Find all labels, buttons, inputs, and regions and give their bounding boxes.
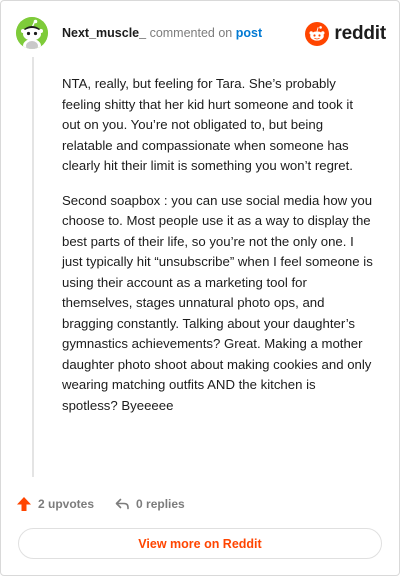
upvote-count: 2 upvotes (38, 497, 95, 511)
post-link[interactable]: post (236, 26, 262, 40)
view-more-button[interactable]: View more on Reddit (18, 528, 382, 559)
comment-byline: Next_muscle_ commented on post (62, 26, 262, 40)
user-avatar-icon[interactable] (16, 17, 48, 49)
username-link[interactable]: Next_muscle_ (62, 26, 146, 40)
upvote-button[interactable]: 2 upvotes (16, 496, 94, 512)
reddit-brand[interactable]: reddit (305, 21, 386, 47)
byline-action-text: commented on (149, 26, 233, 40)
reply-button[interactable]: 0 replies (114, 496, 185, 512)
comment-paragraph-2: Second soapbox : you can use social medi… (62, 192, 373, 413)
comment-embed-card: Next_muscle_ commented on post reddit NT… (0, 0, 400, 576)
reddit-logo-icon (305, 22, 330, 46)
thread-line (32, 57, 34, 477)
upvote-arrow-icon (17, 497, 31, 511)
reply-arrow-icon (115, 498, 129, 510)
comment-paragraph-1: NTA, really, but feeling for Tara. She’s… (62, 76, 354, 173)
comment-header: Next_muscle_ commented on post reddit (16, 17, 386, 51)
comment-body: NTA, really, but feeling for Tara. She’s… (62, 74, 374, 430)
reply-count: 0 replies (136, 497, 185, 511)
comment-actions: 2 upvotes 0 replies (16, 494, 205, 514)
reddit-wordmark: reddit (334, 23, 386, 44)
